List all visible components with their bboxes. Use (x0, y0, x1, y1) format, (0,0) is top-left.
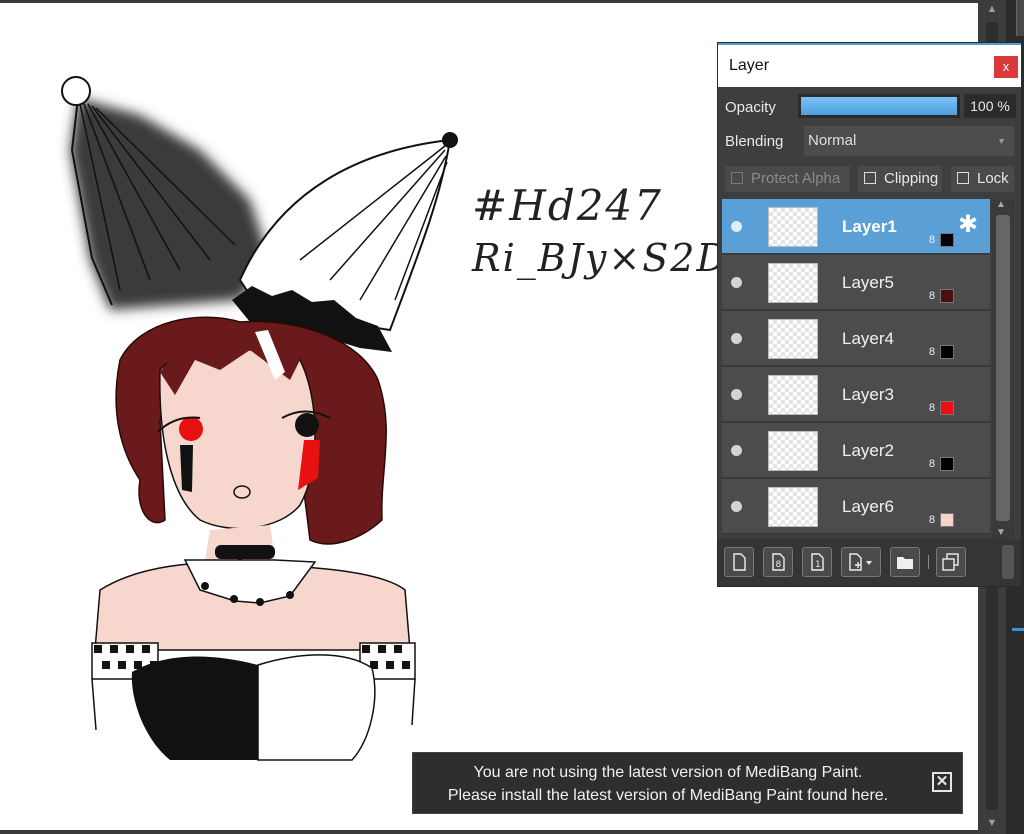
new-layer-icon[interactable] (724, 547, 754, 577)
blending-select[interactable]: Normal ▼ (804, 126, 1014, 156)
layer-color-swatch (940, 401, 954, 415)
new-8bit-layer-icon[interactable]: 8 (763, 547, 793, 577)
layer-name: Layer3 (842, 385, 894, 404)
new-1bit-layer-icon[interactable]: 1 (802, 547, 832, 577)
layer-color-swatch (940, 513, 954, 527)
clipping-label: Clipping (884, 170, 939, 187)
chevron-down-icon: ▼ (997, 136, 1006, 146)
svg-text:8: 8 (776, 560, 782, 570)
visibility-toggle-icon[interactable] (731, 333, 742, 344)
layer-color-swatch (940, 233, 954, 247)
visibility-toggle-icon[interactable] (731, 445, 742, 456)
close-icon[interactable]: ✕ (932, 772, 952, 792)
side-panel-tab[interactable] (1016, 0, 1024, 36)
layer-thumbnail (768, 263, 818, 303)
layer-thumbnail (768, 487, 818, 527)
checkbox-square-icon (731, 172, 743, 184)
layer-bit-depth: 8 (929, 346, 936, 358)
visibility-toggle-icon[interactable] (731, 501, 742, 512)
blending-value: Normal (808, 132, 857, 149)
scroll-up-arrow-icon[interactable]: ▲ (978, 0, 1006, 18)
layer-bit-depth: 8 (929, 402, 936, 414)
clipping-checkbox[interactable]: Clipping (858, 166, 942, 192)
svg-text:1: 1 (815, 560, 821, 570)
visibility-toggle-icon[interactable] (731, 389, 742, 400)
opacity-slider-fill[interactable] (801, 97, 957, 115)
opacity-value[interactable]: 100 % (964, 94, 1016, 118)
layer-toolbar: 8 1 (718, 539, 1021, 586)
layer-panel: Layer x Opacity 100 % Blending Normal ▼ … (717, 42, 1022, 587)
opacity-label: Opacity (725, 99, 776, 116)
layer-bit-depth: 8 (929, 458, 936, 470)
handwritten-text: #Hd247 Ri_BJy×S2D (472, 180, 729, 284)
visibility-toggle-icon[interactable] (731, 221, 742, 232)
gear-icon[interactable]: ✱ (958, 213, 978, 237)
layer-row[interactable]: Layer3 8 (722, 367, 990, 422)
layer-color-swatch (940, 457, 954, 471)
layer-thumbnail (768, 319, 818, 359)
toolbar-separator (928, 555, 929, 569)
close-icon[interactable]: x (994, 56, 1018, 78)
layer-panel-title: Layer (729, 57, 770, 74)
layer-panel-titlebar[interactable]: Layer x (718, 43, 1021, 87)
bottom-edge (0, 830, 978, 834)
scroll-up-arrow-icon[interactable]: ▲ (996, 199, 1006, 210)
layer-color-swatch (940, 289, 954, 303)
protect-alpha-label: Protect Alpha (751, 170, 841, 187)
new-folder-icon[interactable] (890, 547, 920, 577)
layer-thumbnail (768, 431, 818, 471)
protect-alpha-checkbox[interactable]: Protect Alpha (725, 166, 850, 192)
update-notification[interactable]: You are not using the latest version of … (412, 752, 963, 814)
scroll-down-arrow-icon[interactable]: ▼ (978, 814, 1006, 832)
lock-label: Lock (977, 170, 1009, 187)
blending-label: Blending (725, 133, 784, 150)
layer-color-swatch (940, 345, 954, 359)
add-layer-menu-icon[interactable] (841, 547, 881, 577)
layer-thumbnail (768, 207, 818, 247)
side-panel-accent (1012, 628, 1024, 631)
handwritten-line-2: Ri_BJy×S2D (472, 236, 729, 280)
layer-row[interactable]: Layer2 8 (722, 423, 990, 478)
layer-row[interactable]: Layer5 8 (722, 255, 990, 310)
layer-row[interactable]: Layer1 8 ✱ (722, 199, 990, 254)
notification-line-1: You are not using the latest version of … (473, 764, 863, 781)
layer-name: Layer4 (842, 329, 894, 348)
layer-list: Layer1 8 ✱ Layer5 8 Layer4 8 Layer3 8 La… (722, 199, 990, 535)
top-edge (0, 0, 978, 3)
layer-bit-depth: 8 (929, 234, 936, 246)
layer-bit-depth: 8 (929, 290, 936, 302)
layer-name: Layer6 (842, 497, 894, 516)
visibility-toggle-icon[interactable] (731, 277, 742, 288)
duplicate-layer-icon[interactable] (936, 547, 966, 577)
layer-name: Layer1 (842, 217, 897, 236)
layer-row[interactable]: Layer6 8 (722, 479, 990, 534)
toolbar-scrollbar[interactable] (1002, 545, 1014, 579)
layer-list-scrollbar[interactable]: ▲ ▼ (992, 199, 1014, 539)
handwritten-line-1: #Hd247 (472, 181, 663, 230)
layer-name: Layer2 (842, 441, 894, 460)
lock-checkbox[interactable]: Lock (951, 166, 1014, 192)
scroll-thumb[interactable] (996, 215, 1010, 521)
layer-bit-depth: 8 (929, 514, 936, 526)
checkbox-square-icon (957, 172, 969, 184)
checkbox-square-icon (864, 172, 876, 184)
notification-line-2[interactable]: Please install the latest version of Med… (413, 787, 923, 805)
layer-name: Layer5 (842, 273, 894, 292)
layer-thumbnail (768, 375, 818, 415)
layer-row[interactable]: Layer4 8 (722, 311, 990, 366)
scroll-down-arrow-icon[interactable]: ▼ (996, 527, 1006, 538)
